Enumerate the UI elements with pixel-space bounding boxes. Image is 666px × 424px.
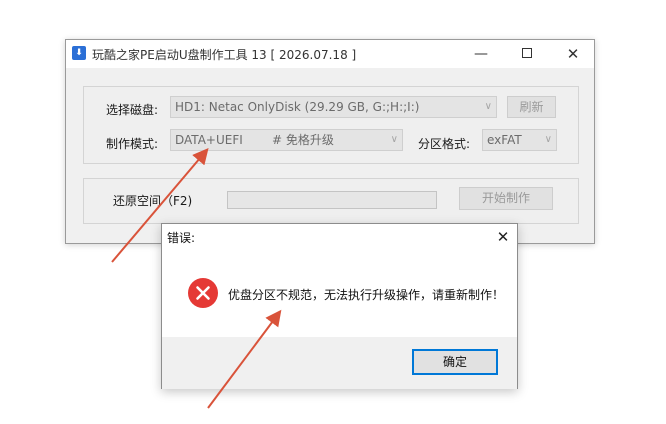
window-title: 玩酷之家PE启动U盘制作工具 13 [ 2026.07.18 ] <box>92 48 357 62</box>
chevron-down-icon: ∨ <box>484 101 492 112</box>
minimize-button[interactable]: — <box>458 40 504 68</box>
dialog-footer: 确定 <box>162 337 517 389</box>
minimize-icon: — <box>474 46 488 62</box>
mode-option-note: # 免格升级 <box>272 133 334 147</box>
title-bar: ⬇ 玩酷之家PE启动U盘制作工具 13 [ 2026.07.18 ] — ✕ <box>66 40 594 68</box>
main-window: ⬇ 玩酷之家PE启动U盘制作工具 13 [ 2026.07.18 ] — ✕ 选… <box>65 39 595 244</box>
disk-label: 选择磁盘: <box>106 103 159 117</box>
disk-select[interactable]: HD1: Netac OnlyDisk (29.29 GB, G:;H:;I:)… <box>170 96 497 118</box>
error-x-icon <box>188 278 218 308</box>
error-message: 优盘分区不规范，无法执行升级操作，请重新制作！ <box>228 288 505 302</box>
app-usb-icon: ⬇ <box>72 46 86 60</box>
mode-label: 制作模式: <box>106 137 159 151</box>
close-icon: ✕ <box>566 45 580 63</box>
restore-label: 还原空间（F2) <box>113 194 193 208</box>
ok-button[interactable]: 确定 <box>412 349 498 375</box>
restore-space-bar <box>227 191 437 209</box>
dialog-title: 错误: <box>167 231 196 245</box>
close-button[interactable]: ✕ <box>550 40 596 68</box>
partition-label: 分区格式: <box>418 137 471 151</box>
partition-select-value: exFAT <box>487 133 522 147</box>
maximize-button[interactable] <box>504 40 550 68</box>
error-dialog: 错误: ✕ 优盘分区不规范，无法执行升级操作，请重新制作！ 确定 <box>161 223 518 389</box>
start-button[interactable]: 开始制作 <box>459 187 553 210</box>
chevron-down-icon: ∨ <box>390 134 398 145</box>
chevron-down-icon: ∨ <box>544 134 552 145</box>
maximize-icon <box>522 47 532 58</box>
close-icon: ✕ <box>496 228 510 246</box>
disk-select-value: HD1: Netac OnlyDisk (29.29 GB, G:;H:;I:) <box>175 100 420 114</box>
mode-select-value: DATA+UEFI <box>175 133 243 147</box>
refresh-button[interactable]: 刷新 <box>507 96 556 118</box>
mode-select[interactable]: DATA+UEFI # 免格升级 ∨ <box>170 129 403 151</box>
partition-select[interactable]: exFAT ∨ <box>482 129 557 151</box>
dialog-close-button[interactable]: ✕ <box>492 226 514 248</box>
